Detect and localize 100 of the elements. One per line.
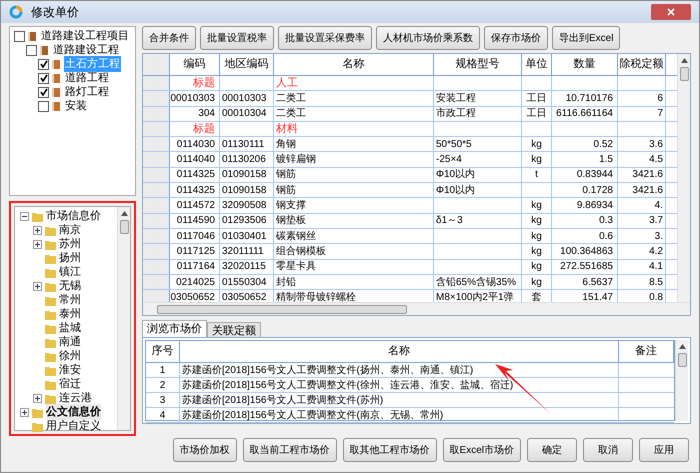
scroll-up-icon[interactable]	[678, 344, 686, 349]
table-cell: 00010304	[220, 106, 274, 121]
dialog-button[interactable]: 应用	[639, 438, 689, 462]
expand-icon[interactable]	[33, 226, 42, 234]
folder-icon	[32, 210, 43, 222]
tree-item[interactable]: 淮安	[59, 362, 81, 378]
table-cell: 3421.6	[618, 168, 666, 182]
tree-item[interactable]: 泰州	[59, 306, 81, 322]
toolbar-button[interactable]: 合并条件	[142, 26, 196, 50]
tree-item[interactable]: 用户自定义	[46, 418, 101, 434]
table-cell: kg	[522, 137, 552, 152]
expand-icon[interactable]	[20, 408, 29, 416]
dialog-button[interactable]: 取Excel市场价	[442, 438, 521, 462]
tree-item[interactable]: 安装	[64, 98, 88, 114]
row-header[interactable]	[143, 152, 170, 167]
table-cell: Φ10以内	[434, 168, 522, 182]
table-cell: kg	[522, 152, 552, 167]
scroll-up-icon[interactable]	[120, 211, 128, 216]
toolbar-button[interactable]: 批量设置采保费率	[278, 26, 372, 50]
tree-item[interactable]: 南京	[59, 222, 81, 238]
expand-icon[interactable]	[33, 240, 42, 248]
row-header[interactable]	[143, 290, 170, 302]
table-cell: 2	[146, 378, 180, 392]
column-header: 单位	[522, 54, 552, 75]
tree-item[interactable]: 路灯工程	[64, 84, 110, 100]
tree-item[interactable]: 常州	[59, 292, 81, 308]
tree-item[interactable]: 盐城	[59, 320, 81, 336]
checkbox[interactable]	[38, 86, 49, 98]
row-header[interactable]	[143, 106, 170, 121]
app-logo-icon	[9, 5, 23, 19]
vertical-scrollbar[interactable]	[677, 54, 690, 302]
close-button[interactable]	[651, 4, 691, 20]
row-header[interactable]	[143, 244, 170, 259]
folder-icon	[45, 378, 56, 390]
table-cell: 0214025	[170, 274, 220, 290]
table-cell: 0114030	[170, 137, 220, 152]
table-cell: 角钢	[274, 137, 434, 152]
tree-item[interactable]: 道路建设工程	[52, 42, 120, 58]
table-cell: 钢垫板	[274, 214, 434, 228]
toolbar-button[interactable]: 批量设置税率	[200, 26, 274, 50]
dialog-button[interactable]: 取其他工程市场价	[342, 438, 437, 462]
checkbox[interactable]	[38, 72, 49, 84]
checkbox[interactable]	[26, 44, 37, 56]
tree-item[interactable]: 无锡	[59, 278, 81, 294]
table-cell: 市政工程	[434, 106, 522, 121]
row-header[interactable]	[143, 168, 170, 182]
tree-item[interactable]: 宿迁	[59, 376, 81, 392]
scroll-thumb[interactable]	[120, 220, 128, 234]
tree-item[interactable]: 公文信息价	[46, 404, 101, 420]
close-icon	[667, 8, 675, 16]
table-cell: 钢筋	[274, 168, 434, 182]
dialog-button[interactable]: 确定	[527, 438, 577, 462]
scroll-thumb[interactable]	[157, 304, 407, 314]
dialog-button[interactable]: 取消	[583, 438, 633, 462]
tree-item[interactable]: 扬州	[59, 250, 81, 266]
expand-icon[interactable]	[33, 394, 42, 402]
table-cell: 0114590	[170, 214, 220, 228]
checkbox[interactable]	[38, 100, 49, 112]
dialog-button[interactable]: 市场价加权	[172, 438, 237, 462]
table-cell: 0117125	[170, 244, 220, 259]
vertical-scrollbar[interactable]	[117, 207, 130, 430]
collapse-icon[interactable]	[20, 212, 29, 220]
tree-item[interactable]: 苏州	[59, 236, 81, 252]
toolbar-button[interactable]: 人材机市场价乘系数	[376, 26, 480, 50]
tree-item[interactable]: 南通	[59, 334, 81, 350]
checkbox[interactable]	[38, 58, 49, 70]
tree-item[interactable]: 镇江	[59, 264, 81, 280]
row-header[interactable]	[143, 183, 170, 198]
table-cell: 6116.661164	[552, 106, 618, 121]
scroll-thumb[interactable]	[678, 353, 686, 367]
table-cell: 50*50*5	[434, 137, 522, 152]
table-cell: 0.6	[552, 228, 618, 244]
toolbar-button[interactable]: 保存市场价	[484, 26, 548, 50]
table-cell: 272.551685	[552, 260, 618, 274]
row-header[interactable]	[143, 228, 170, 244]
tree-item[interactable]: 徐州	[59, 348, 81, 364]
row-header[interactable]	[143, 91, 170, 106]
vertical-scrollbar[interactable]	[675, 340, 688, 421]
checkbox[interactable]	[14, 30, 25, 42]
horizontal-scrollbar[interactable]	[143, 302, 690, 315]
row-header[interactable]	[143, 214, 170, 228]
tab[interactable]: 浏览市场价	[142, 320, 207, 337]
table-cell: 10.710176	[552, 91, 618, 106]
dialog-button[interactable]: 取当前工程市场价	[242, 438, 337, 462]
row-header[interactable]	[143, 198, 170, 213]
scroll-thumb[interactable]	[680, 67, 688, 81]
tab[interactable]: 关联定额	[207, 322, 261, 337]
toolbar-button[interactable]: 导出到Excel	[552, 26, 620, 50]
row-header[interactable]	[143, 137, 170, 152]
tree-item[interactable]: 连云港	[59, 390, 92, 406]
tree-item[interactable]: 道路工程	[64, 70, 110, 86]
row-header[interactable]	[143, 76, 170, 90]
tree-item[interactable]: 市场信息价	[46, 208, 101, 224]
table-cell: 01293506	[220, 214, 274, 228]
expand-icon[interactable]	[33, 282, 42, 290]
row-header[interactable]	[143, 122, 170, 136]
scroll-up-icon[interactable]	[680, 58, 688, 63]
row-header[interactable]	[143, 260, 170, 274]
tree-item[interactable]: 道路建设工程项目	[40, 28, 130, 44]
row-header[interactable]	[143, 274, 170, 290]
